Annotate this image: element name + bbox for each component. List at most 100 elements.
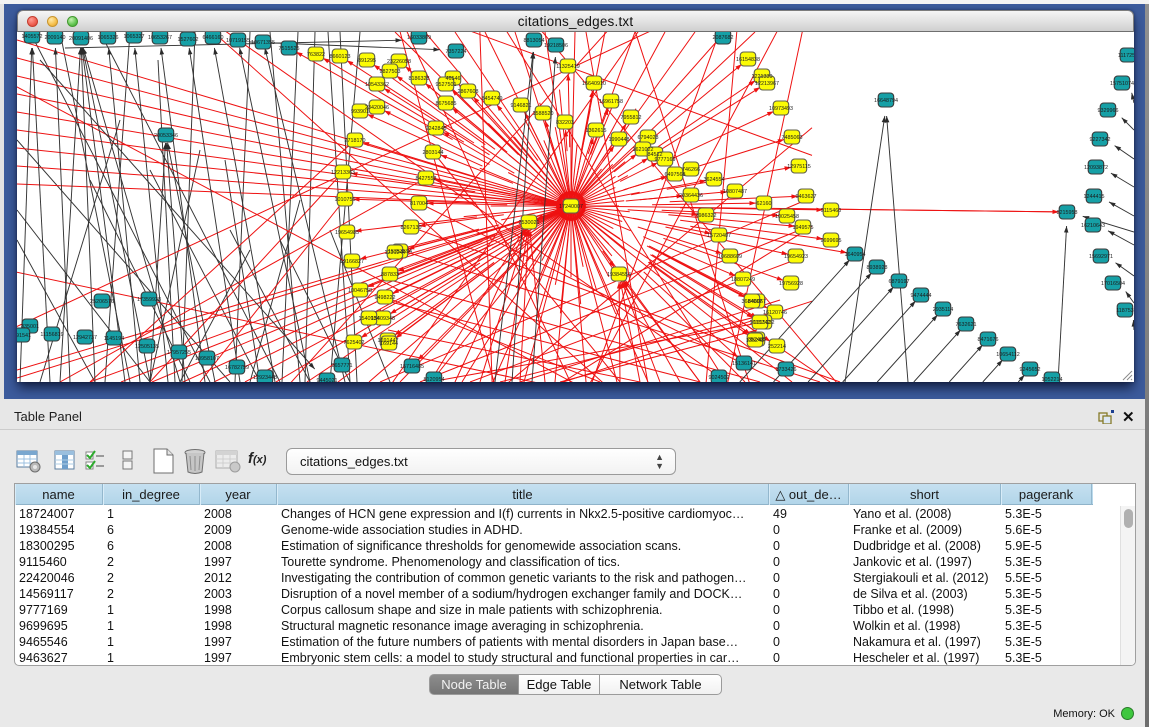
svg-text:135248: 135248: [746, 338, 764, 344]
svg-text:15640910: 15640910: [582, 81, 606, 87]
svg-text:12975115: 12975115: [787, 164, 811, 170]
svg-text:17240007: 17240007: [559, 204, 583, 210]
svg-text:9329966: 9329966: [1098, 108, 1119, 114]
svg-text:16648794: 16648794: [874, 98, 898, 104]
svg-text:2935114: 2935114: [933, 307, 954, 313]
svg-text:1244415: 1244415: [1084, 194, 1105, 200]
svg-text:12093872: 12093872: [1084, 165, 1108, 171]
svg-text:7986322: 7986322: [696, 213, 717, 219]
svg-text:10958107: 10958107: [195, 356, 219, 362]
svg-text:2009140: 2009140: [45, 35, 66, 41]
svg-text:8471676: 8471676: [978, 337, 999, 343]
svg-text:8120954: 8120954: [424, 377, 445, 382]
svg-text:8675685: 8675685: [436, 101, 457, 107]
svg-text:1362615: 1362615: [586, 128, 607, 134]
svg-text:891295: 891295: [358, 58, 376, 64]
svg-text:17016504: 17016504: [1101, 281, 1125, 287]
svg-text:10046758: 10046758: [348, 288, 372, 294]
svg-text:8454749: 8454749: [482, 96, 503, 102]
svg-text:20091406: 20091406: [69, 36, 93, 42]
svg-text:1990448: 1990448: [609, 137, 630, 143]
svg-text:2803144: 2803144: [423, 150, 444, 156]
svg-text:832203: 832203: [556, 120, 574, 126]
svg-text:391541: 391541: [17, 333, 31, 339]
svg-text:12923448: 12923448: [253, 375, 277, 381]
svg-text:8215958: 8215958: [1057, 210, 1078, 216]
svg-text:19384554: 19384554: [607, 272, 631, 278]
svg-text:19166827: 19166827: [340, 259, 364, 265]
svg-text:2867608: 2867608: [458, 89, 479, 95]
svg-text:7485063: 7485063: [782, 135, 803, 141]
svg-text:20053346: 20053346: [154, 133, 178, 139]
svg-text:8186328: 8186328: [409, 76, 430, 82]
svg-text:1527602: 1527602: [178, 37, 199, 43]
svg-text:15716485: 15716485: [400, 364, 424, 370]
svg-text:1949575: 1949575: [793, 225, 814, 231]
svg-text:1145194: 1145194: [104, 336, 125, 342]
svg-text:7632621: 7632621: [956, 322, 977, 328]
svg-text:10973493: 10973493: [769, 106, 793, 112]
svg-text:817004: 817004: [410, 201, 428, 207]
svg-text:8267130: 8267130: [401, 225, 422, 231]
svg-text:1231244: 1231244: [385, 250, 406, 256]
svg-text:15751074: 15751074: [1110, 81, 1134, 87]
svg-text:10653267: 10653267: [148, 35, 172, 41]
svg-text:9777169: 9777169: [655, 157, 676, 163]
svg-text:23226058: 23226058: [387, 59, 411, 65]
svg-text:16961758: 16961758: [599, 99, 623, 105]
svg-text:9115460: 9115460: [821, 208, 842, 214]
svg-text:10688609: 10688609: [718, 254, 742, 260]
svg-text:118753: 118753: [1116, 308, 1134, 314]
svg-text:9146821: 9146821: [511, 103, 532, 109]
svg-text:9245652: 9245652: [1020, 367, 1041, 373]
svg-text:8660123: 8660123: [330, 54, 351, 60]
svg-text:1540934: 1540934: [359, 316, 380, 322]
svg-text:1405572: 1405572: [22, 34, 43, 40]
svg-text:6466160: 6466160: [203, 35, 224, 41]
svg-text:20364436: 20364436: [679, 193, 703, 199]
svg-text:6794028: 6794028: [638, 135, 659, 141]
svg-text:9242845: 9242845: [426, 126, 447, 132]
svg-text:7357224: 7357224: [446, 49, 467, 55]
svg-text:7955812: 7955812: [621, 115, 642, 121]
svg-text:887833: 887833: [381, 272, 399, 278]
svg-text:1588520: 1588520: [533, 111, 554, 117]
svg-text:10654112: 10654112: [996, 352, 1020, 358]
svg-text:1052214: 1052214: [1042, 377, 1063, 382]
svg-text:9227342: 9227342: [1090, 137, 1111, 143]
svg-text:9657771: 9657771: [332, 363, 353, 369]
svg-text:18807249: 18807249: [731, 277, 755, 283]
svg-text:15136141: 15136141: [732, 361, 756, 367]
svg-text:16154838: 16154838: [736, 57, 760, 63]
svg-text:835001: 835001: [21, 324, 39, 330]
svg-text:12505135: 12505135: [135, 344, 159, 350]
svg-text:12213967: 12213967: [755, 81, 779, 87]
svg-text:16782759: 16782759: [225, 365, 249, 371]
svg-text:19654985: 19654985: [335, 230, 359, 236]
svg-text:10671355: 10671355: [251, 40, 275, 46]
svg-text:1065327: 1065327: [124, 34, 145, 40]
svg-text:16033809: 16033809: [407, 35, 431, 41]
svg-text:23420046: 23420046: [365, 105, 389, 111]
svg-text:25206576: 25206576: [90, 299, 114, 305]
svg-text:7515525: 7515525: [279, 46, 300, 52]
svg-text:9527501: 9527501: [436, 82, 457, 88]
svg-text:9699695: 9699695: [821, 238, 842, 244]
svg-text:6879197: 6879197: [889, 279, 910, 285]
svg-text:11325419: 11325419: [556, 64, 580, 70]
svg-text:9024502: 9024502: [709, 375, 730, 381]
svg-text:1117254: 1117254: [1118, 53, 1134, 59]
svg-text:9463627: 9463627: [796, 194, 817, 200]
svg-text:1065326: 1065326: [98, 35, 119, 41]
svg-text:2718170: 2718170: [345, 138, 366, 144]
svg-text:19218506: 19218506: [544, 43, 568, 49]
svg-text:3624554: 3624554: [704, 177, 725, 183]
svg-text:6497568: 6497568: [665, 172, 686, 178]
svg-text:16120746: 16120746: [763, 310, 787, 316]
svg-text:7625402: 7625402: [344, 340, 365, 346]
svg-text:3684067: 3684067: [742, 299, 763, 305]
svg-text:10719155: 10719155: [226, 38, 250, 44]
svg-text:10807487: 10807487: [723, 189, 747, 195]
svg-text:1640954: 1640954: [845, 252, 866, 258]
svg-text:8427552: 8427552: [416, 176, 437, 182]
